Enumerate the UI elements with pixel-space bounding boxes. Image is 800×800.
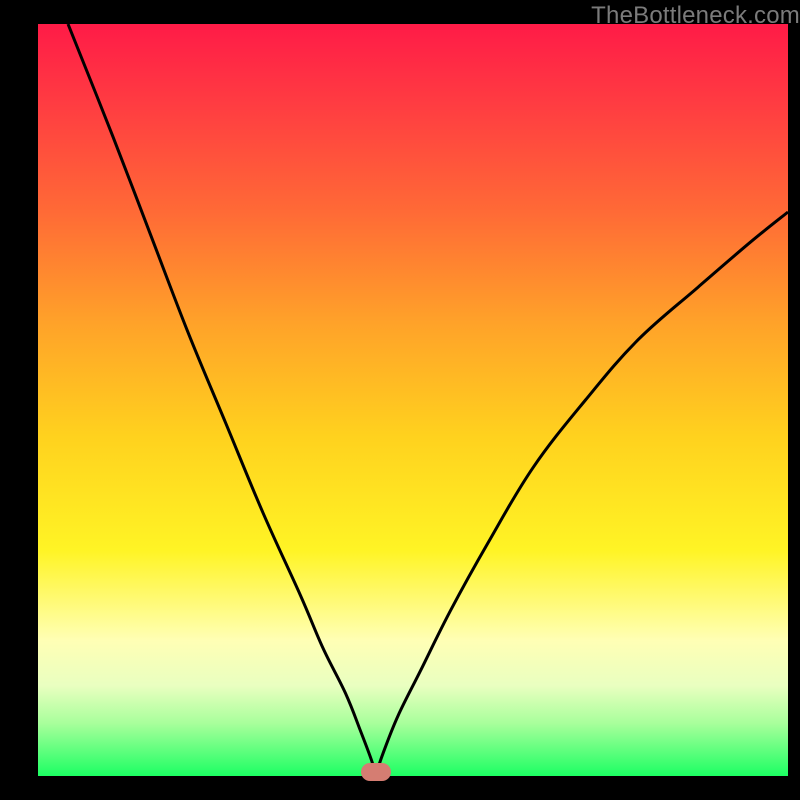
curve-left-branch xyxy=(68,24,376,776)
chart-frame: TheBottleneck.com xyxy=(0,0,800,800)
curve-right-branch xyxy=(376,212,789,776)
branding-watermark: TheBottleneck.com xyxy=(591,2,800,30)
valley-marker xyxy=(361,763,391,781)
plot-area xyxy=(38,24,788,776)
bottleneck-curve xyxy=(38,24,788,776)
